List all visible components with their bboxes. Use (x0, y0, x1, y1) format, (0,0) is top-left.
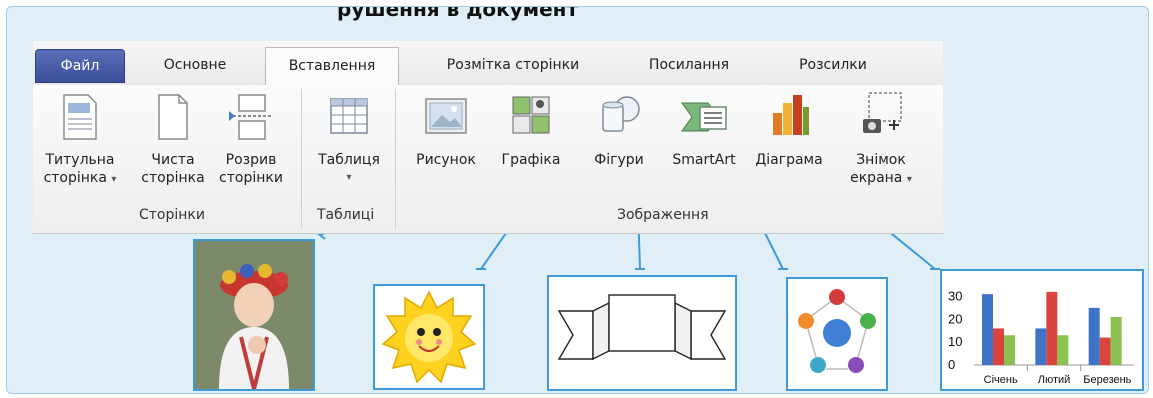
smartart-label: SmartArt (672, 152, 736, 168)
screenshot-label-2: екрана (850, 170, 903, 186)
shapes-label: Фігури (594, 152, 644, 168)
tab-page-layout[interactable]: Розмітка сторінки (423, 49, 603, 81)
clip-art-example (373, 284, 485, 390)
cover-page-label: Титульна (45, 152, 115, 168)
shapes-button[interactable]: Фігури (581, 91, 657, 169)
chart-icon (773, 95, 809, 135)
cover-page-label-2: сторінка (43, 170, 107, 186)
y-tick-label: 10 (948, 334, 962, 349)
chart-bar (982, 294, 993, 365)
page-break-icon (229, 94, 271, 140)
tab-references[interactable]: Посилання (629, 49, 749, 81)
x-tick-label: Березень (1083, 374, 1131, 386)
clip-art-icon (512, 96, 550, 134)
smartart-icon (681, 102, 727, 132)
screenshot-label: Знімок (856, 152, 906, 168)
tab-file[interactable]: Файл (35, 49, 125, 83)
picture-example (193, 239, 315, 391)
clip-art-label: Графіка (501, 152, 561, 168)
group-divider (301, 89, 302, 229)
chart-bar (993, 328, 1004, 365)
smartart-example (786, 277, 888, 391)
x-tick-label: Лютий (1038, 374, 1071, 386)
shapes-example (547, 275, 737, 391)
screenshot-dropdown-icon[interactable]: ▾ (907, 174, 912, 185)
blank-page-icon (158, 94, 188, 140)
group-label-pages: Сторінки (139, 207, 205, 223)
sun-icon (381, 290, 477, 384)
y-tick-label: 20 (948, 311, 962, 326)
chart-bar (1035, 328, 1047, 365)
smartart-button[interactable]: SmartArt (661, 91, 747, 169)
chart-bar (1046, 291, 1058, 365)
illustration-frame: рушення в документ Файл Основне Вставлен… (6, 6, 1149, 394)
bar-chart: 30 20 10 0 Січень Лютий Березень (948, 288, 1134, 386)
chart-bar (1099, 337, 1111, 365)
tab-home[interactable]: Основне (145, 49, 245, 81)
group-label-illustrations: Зображення (617, 207, 709, 223)
clip-art-button[interactable]: Графіка (491, 91, 571, 169)
chart-bar (1088, 307, 1100, 365)
group-label-tables: Таблиці (317, 207, 375, 223)
cycle-diagram (798, 289, 876, 373)
table-label: Таблиця (318, 152, 380, 168)
chart-bar (1110, 317, 1122, 365)
chart-button[interactable]: Діаграма (747, 91, 831, 169)
banner-shape (557, 294, 727, 361)
blank-page-label: Чиста (151, 152, 195, 168)
page-break-button[interactable]: Розрив сторінки (213, 91, 289, 187)
photo-image (195, 241, 313, 390)
table-dropdown-icon[interactable]: ▾ (309, 169, 389, 187)
picture-button[interactable]: Рисунок (403, 91, 489, 169)
tab-insert[interactable]: Вставлення (265, 47, 399, 87)
blank-page-label-2: сторінка (141, 170, 205, 186)
picture-label: Рисунок (416, 152, 476, 168)
chart-bar (1057, 335, 1069, 365)
y-tick-label: 30 (948, 288, 962, 303)
ribbon: Файл Основне Вставлення Розмітка сторінк… (33, 41, 943, 237)
page-break-label: Розрив (225, 152, 277, 168)
cover-page-icon (63, 94, 97, 140)
group-divider-2 (395, 89, 396, 229)
screenshot-button[interactable]: Знімок екрана ▾ (833, 91, 929, 189)
ribbon-tab-bar: Файл Основне Вставлення Розмітка сторінк… (33, 41, 943, 87)
table-button[interactable]: Таблиця ▾ (309, 91, 389, 187)
table-icon (330, 98, 368, 134)
chart-example: 30 20 10 0 Січень Лютий Березень (940, 269, 1144, 391)
cover-page-dropdown-icon[interactable]: ▾ (111, 174, 116, 185)
picture-icon (425, 98, 467, 134)
y-tick-label: 0 (948, 357, 955, 372)
chart-bar (1004, 335, 1015, 365)
blank-page-button[interactable]: Чиста сторінка (133, 91, 213, 187)
page-break-label-2: сторінки (219, 170, 283, 186)
chart-label: Діаграма (755, 152, 823, 168)
ribbon-body: Титульна сторінка ▾ Чиста сторінка Розри… (33, 85, 943, 234)
cover-page-button[interactable]: Титульна сторінка ▾ (39, 91, 121, 189)
screenshot-icon (863, 92, 902, 133)
x-tick-label: Січень (984, 374, 1018, 386)
tab-mailings[interactable]: Розсилки (778, 49, 888, 81)
shapes-icon (602, 96, 640, 132)
